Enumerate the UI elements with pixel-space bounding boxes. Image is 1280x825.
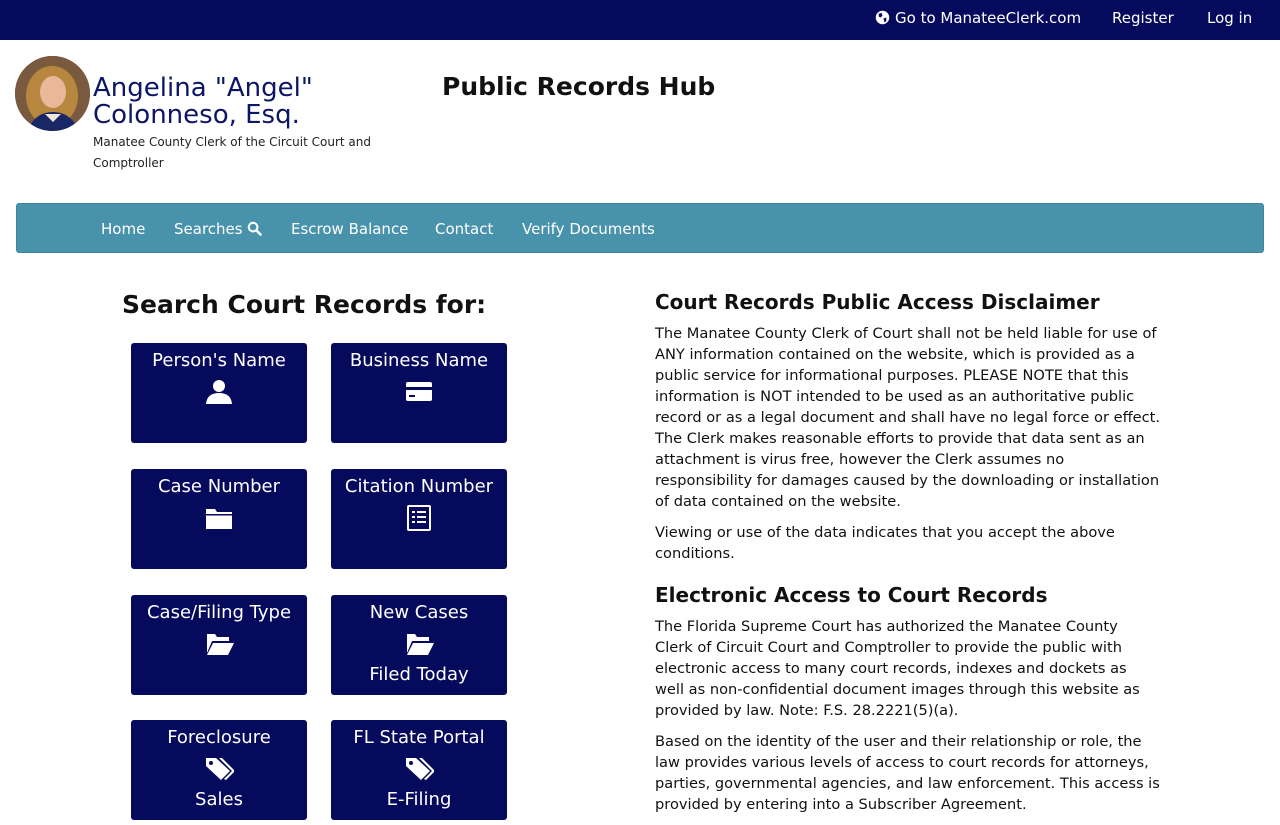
clerk-name-line2: Colonneso, Esq. (93, 100, 300, 130)
folder-open-icon (407, 634, 434, 655)
electronic-access-text: The Florida Supreme Court has authorized… (655, 618, 1140, 719)
disclaimer-heading: Court Records Public Access Disclaimer (655, 290, 1100, 314)
tile-label: FL State Portal (353, 727, 485, 748)
clerk-avatar (15, 56, 90, 131)
tile-case-number[interactable]: Case Number (131, 469, 307, 569)
disclaimer-text: The Manatee County Clerk of Court shall … (655, 325, 1160, 510)
disclaimer-accept-text: Viewing or use of the data indicates tha… (655, 524, 1115, 562)
electronic-access-heading: Electronic Access to Court Records (655, 583, 1048, 607)
access-levels-text: Based on the identity of the user and th… (655, 733, 1160, 813)
tags-icon (406, 758, 434, 780)
tile-label: Case/Filing Type (146, 602, 292, 623)
nav-escrow-balance[interactable]: Escrow Balance (291, 220, 408, 238)
credit-card-icon (406, 382, 432, 401)
main-nav: Home Searches Escrow Balance Contact Ver… (16, 203, 1264, 253)
tile-case-filing-type[interactable]: Case/Filing Type (131, 595, 307, 695)
globe-icon (875, 10, 890, 25)
tile-sublabel: Sales (195, 789, 243, 810)
login-link[interactable]: Log in (1207, 9, 1252, 27)
tile-label: Person's Name (152, 350, 286, 371)
nav-home[interactable]: Home (101, 220, 145, 238)
user-icon (206, 380, 232, 404)
nav-searches[interactable]: Searches (174, 220, 262, 238)
clerk-name: Angelina "Angel" Colonneso, Esq. (93, 75, 393, 129)
nav-verify-documents[interactable]: Verify Documents (522, 220, 655, 238)
register-link[interactable]: Register (1112, 9, 1174, 27)
search-icon (247, 221, 262, 236)
tile-sublabel: E-Filing (386, 789, 452, 810)
goto-manateeclerk-link[interactable]: Go to ManateeClerk.com (875, 9, 1081, 27)
tile-business-name[interactable]: Business Name (331, 343, 507, 443)
tile-fl-state-portal[interactable]: FL State Portal E-Filing (331, 720, 507, 820)
tile-persons-name[interactable]: Person's Name (131, 343, 307, 443)
clerk-name-line1: Angelina "Angel" (93, 73, 313, 103)
search-heading: Search Court Records for: (122, 290, 487, 319)
tile-sublabel: Filed Today (369, 664, 469, 685)
tile-label: Foreclosure (167, 727, 271, 748)
top-bar: Go to ManateeClerk.com Register Log in (0, 0, 1280, 40)
tile-label: Business Name (349, 350, 489, 371)
goto-label: Go to ManateeClerk.com (895, 9, 1082, 27)
tile-foreclosure-sales[interactable]: Foreclosure Sales (131, 720, 307, 820)
tile-label: Citation Number (344, 476, 494, 497)
tile-citation-number[interactable]: Citation Number (331, 469, 507, 569)
list-alt-icon (407, 505, 431, 531)
tags-icon (206, 758, 234, 780)
folder-open-icon (207, 634, 234, 655)
nav-searches-label: Searches (174, 220, 243, 238)
info-column: Court Records Public Access Disclaimer T… (655, 289, 1160, 825)
tile-new-cases[interactable]: New Cases Filed Today (331, 595, 507, 695)
page-title: Public Records Hub (442, 72, 716, 101)
nav-contact[interactable]: Contact (435, 220, 493, 238)
tile-label: New Cases (369, 602, 469, 623)
tile-label: Case Number (157, 476, 281, 497)
clerk-title: Manatee County Clerk of the Circuit Cour… (93, 135, 371, 170)
folder-icon (206, 509, 232, 529)
